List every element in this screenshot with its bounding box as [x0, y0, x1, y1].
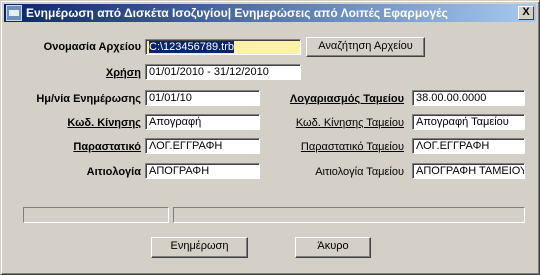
document-field[interactable]: ΛΟΓ.ΕΓΓΡΑΦΗ [145, 138, 260, 154]
year-field[interactable]: 01/01/2010 - 31/12/2010 [145, 64, 301, 80]
update-date-field[interactable]: 01/01/10 [145, 90, 260, 106]
cash-account-label: Λογαριασμός Ταμείου [289, 93, 404, 105]
cash-document-label: Παραστατικό Ταμείου [300, 141, 404, 153]
reason-label: Αιτιολογία [86, 166, 141, 178]
movement-code-label: Κωδ. Κίνησης [67, 117, 141, 129]
title-bar[interactable]: Ενημέρωση από Δισκέτα Ισοζυγίου| Ενημερώ… [4, 4, 536, 22]
cash-reason-field[interactable]: ΑΠΟΓΡΑΦΗ ΤΑΜΕΙΟΥ [412, 163, 525, 179]
reason-field[interactable]: ΑΠΟΓΡΑΦΗ [145, 163, 260, 179]
cash-movement-code-field[interactable]: Απογραφή Ταμείου [412, 114, 525, 130]
update-button[interactable]: Ενημέρωση [151, 237, 248, 258]
year-label: Χρήση [105, 67, 141, 79]
movement-code-field[interactable]: Απογραφή [145, 114, 260, 130]
app-icon [6, 5, 22, 21]
cancel-button[interactable]: Άκυρο [295, 237, 371, 258]
document-label: Παραστατικό [73, 141, 141, 153]
browse-file-button[interactable]: Αναζήτηση Αρχείου [306, 37, 425, 57]
status-panel-left [23, 207, 169, 223]
file-name-label: Ονομασία Αρχείου [43, 41, 141, 53]
update-date-label: Ημ/νία Ενημέρωσης [36, 93, 141, 105]
cash-movement-code-label: Κωδ. Κίνησης Ταμείου [295, 117, 404, 129]
status-panel-right [173, 207, 525, 223]
window-title: Ενημέρωση από Δισκέτα Ισοζυγίου| Ενημερώ… [26, 6, 448, 20]
file-name-field[interactable]: C:\123456789.trb [145, 39, 301, 55]
dialog-window: Ενημέρωση από Δισκέτα Ισοζυγίου| Ενημερώ… [0, 0, 540, 275]
close-button[interactable]: X [518, 6, 534, 20]
cash-account-field[interactable]: 38.00.00.0000 [412, 90, 525, 106]
file-name-value: C:\123456789.trb [149, 41, 235, 53]
cash-document-field[interactable]: ΛΟΓ.ΕΓΓΡΑΦΗ [412, 138, 525, 154]
cash-reason-label: Αιτιολογία Ταμείου [315, 166, 404, 178]
